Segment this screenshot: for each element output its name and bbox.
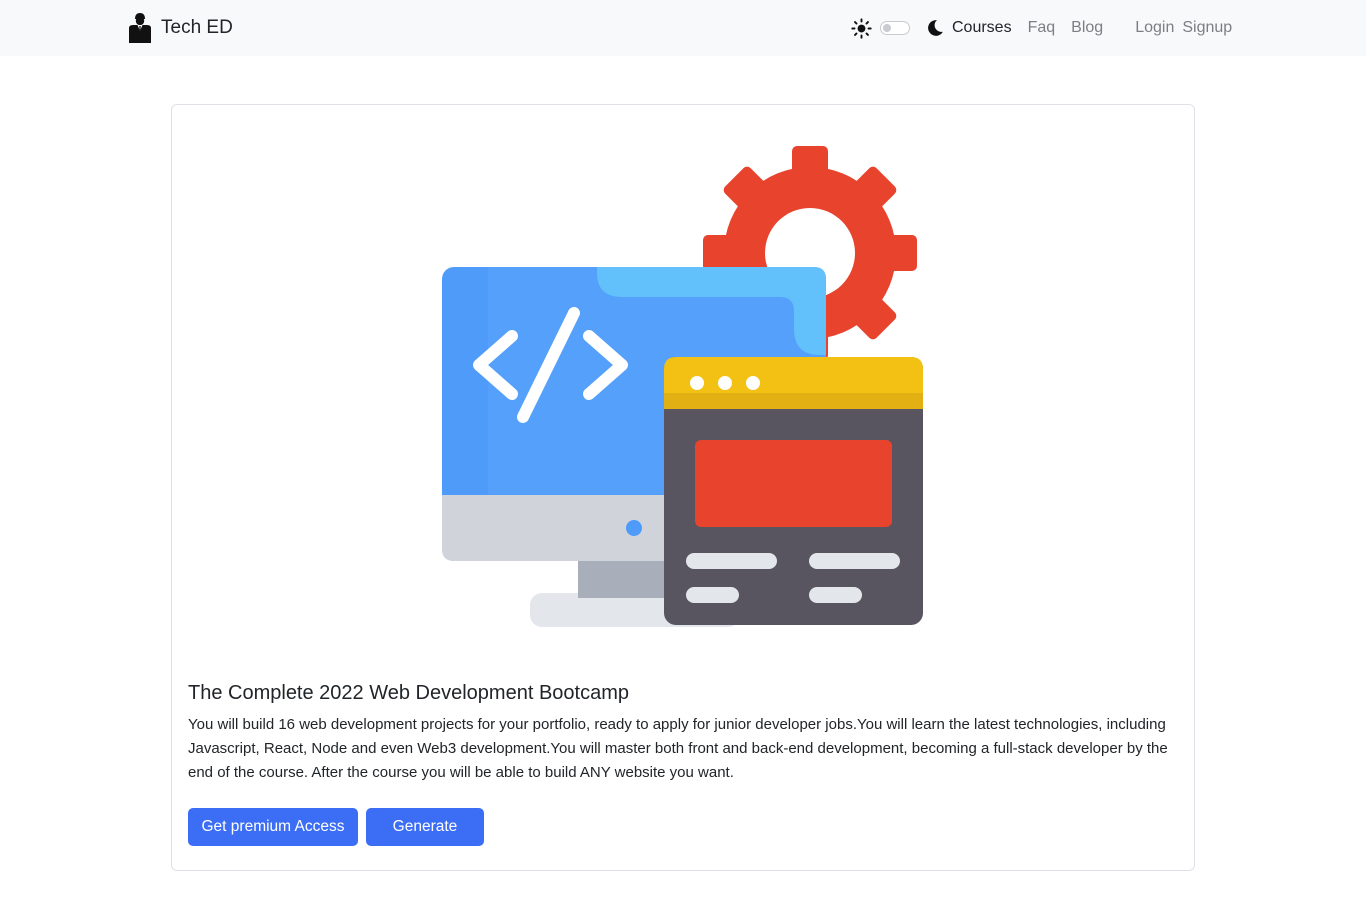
nav-link-login[interactable]: Login — [1135, 19, 1174, 37]
nav-link-courses[interactable]: Courses — [952, 19, 1012, 37]
generate-pdf-button[interactable]: Generate Pdf — [366, 808, 484, 873]
nav-link-signup[interactable]: Signup — [1182, 19, 1232, 37]
brand-name: Tech ED — [161, 17, 233, 38]
nav-link-blog[interactable]: Blog — [1071, 19, 1103, 37]
person-in-suit-icon — [129, 13, 151, 43]
moon-icon — [928, 20, 943, 36]
sun-icon — [851, 17, 872, 39]
navbar: Tech ED Courses Faq Blog Login Signup — [0, 0, 1366, 56]
get-premium-access-button[interactable]: Get premium Access — [188, 808, 358, 846]
nav-link-faq[interactable]: Faq — [1028, 19, 1056, 37]
nav-menu: Courses Faq Blog Login Signup — [851, 14, 1232, 42]
brand-link[interactable]: Tech ED — [128, 13, 233, 43]
course-title: The Complete 2022 Web Development Bootca… — [188, 682, 629, 704]
course-card: The Complete 2022 Web Development Bootca… — [171, 104, 1195, 873]
toggle-knob — [883, 24, 891, 32]
theme-toggle[interactable] — [880, 21, 910, 35]
course-description: You will build 16 web development projec… — [188, 716, 1168, 781]
browser-window-illustration — [664, 357, 923, 625]
web-development-illustration — [442, 146, 923, 627]
